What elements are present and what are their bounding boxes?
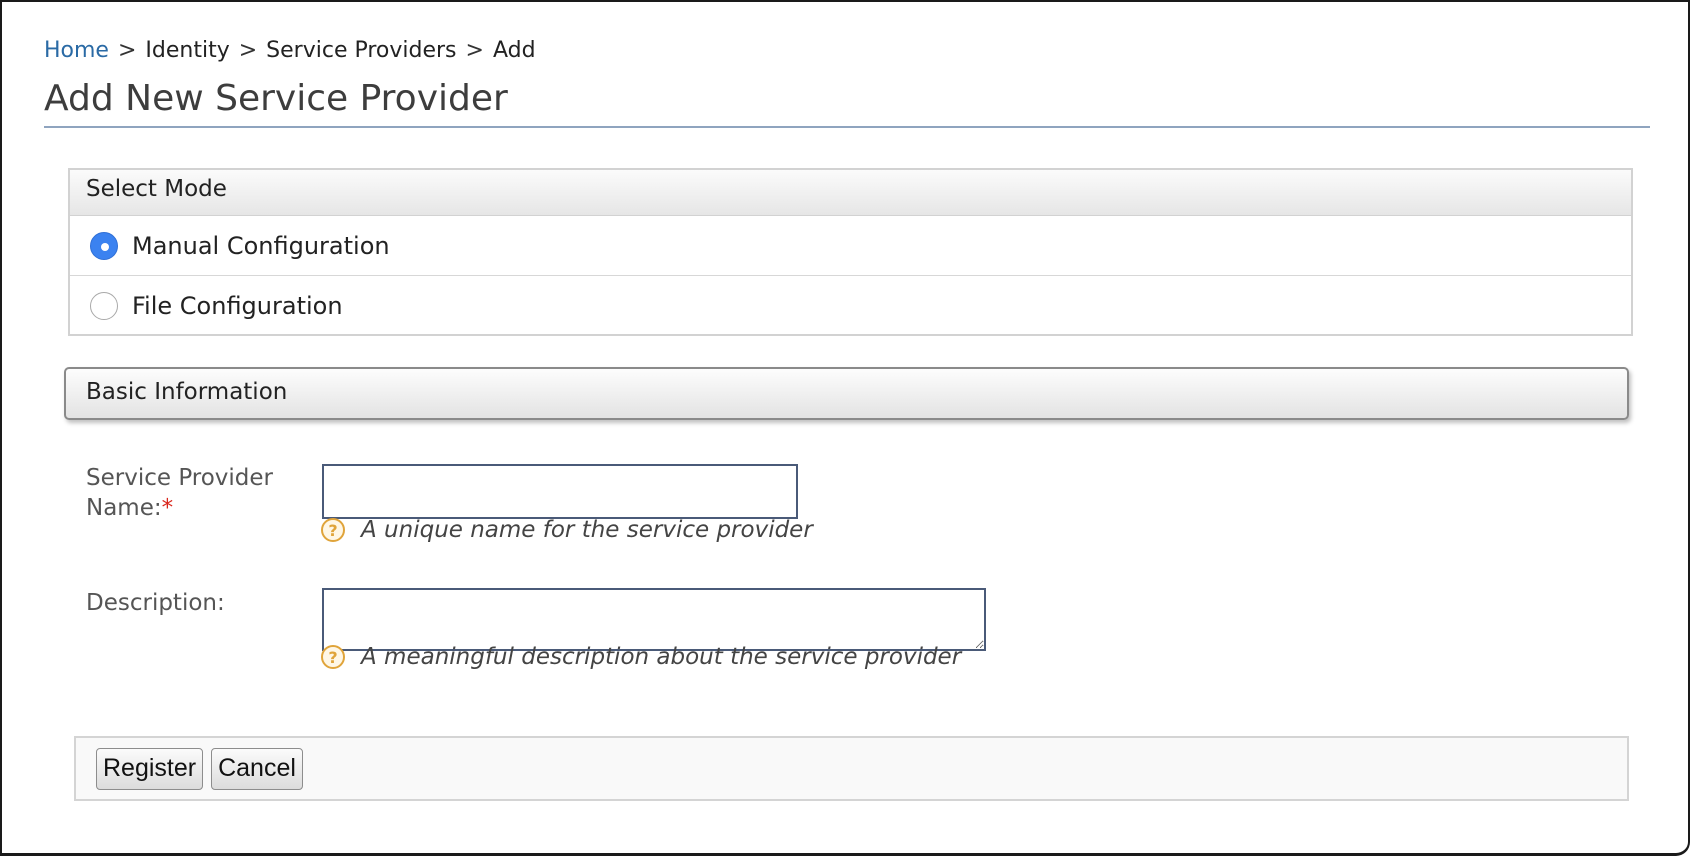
cancel-button[interactable]: Cancel — [211, 747, 303, 790]
breadcrumb: Home > Identity > Service Providers > Add — [44, 38, 536, 63]
select-mode-panel: Select Mode Manual Configuration File Co… — [68, 168, 1633, 336]
service-provider-name-input[interactable] — [322, 464, 798, 519]
app-window: Home > Identity > Service Providers > Add Add … — [0, 0, 1690, 856]
breadcrumb-service-providers: Service Providers — [266, 38, 457, 63]
select-mode-header: Select Mode — [70, 170, 1631, 216]
mode-option-label: File Configuration — [132, 292, 343, 320]
page-title: Add New Service Provider — [44, 78, 508, 119]
description-label: Description: — [86, 590, 225, 616]
breadcrumb-home-link[interactable]: Home — [44, 38, 109, 63]
help-icon[interactable]: ? — [321, 518, 345, 542]
service-provider-name-help-text: A unique name for the service provider — [361, 517, 813, 543]
description-help-text: A meaningful description about the servi… — [361, 644, 962, 670]
title-divider — [44, 126, 1650, 128]
file-configuration-radio[interactable] — [90, 292, 118, 320]
required-mark: * — [161, 495, 174, 521]
mode-option-file[interactable]: File Configuration — [70, 276, 1631, 336]
help-icon[interactable]: ? — [321, 645, 345, 669]
register-button[interactable]: Register — [96, 747, 204, 790]
service-provider-name-help: ? A unique name for the service provider — [321, 517, 813, 543]
service-provider-name-label: Service Provider Name:* — [86, 463, 306, 523]
mode-option-manual[interactable]: Manual Configuration — [70, 216, 1631, 276]
breadcrumb-current: Add — [492, 38, 536, 63]
service-provider-name-label-text: Service Provider Name: — [86, 465, 274, 521]
basic-information-header[interactable]: Basic Information — [64, 367, 1629, 420]
manual-configuration-radio[interactable] — [90, 231, 118, 260]
action-button-bar: Register Cancel — [74, 736, 1629, 801]
breadcrumb-separator: > — [465, 38, 484, 63]
breadcrumb-separator: > — [117, 38, 137, 63]
description-help: ? A meaningful description about the ser… — [321, 644, 961, 670]
description-textarea[interactable] — [322, 588, 986, 651]
mode-option-label: Manual Configuration — [132, 231, 390, 260]
breadcrumb-identity: Identity — [145, 38, 230, 63]
breadcrumb-separator: > — [238, 38, 258, 63]
